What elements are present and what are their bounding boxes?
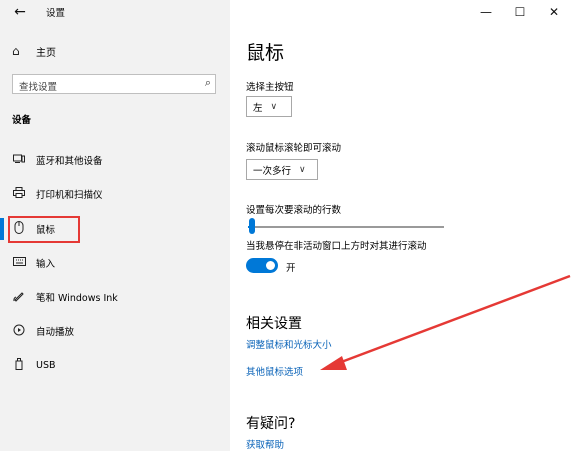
search-input[interactable] xyxy=(13,78,189,97)
sidebar-item-typing[interactable]: 输入 xyxy=(12,254,55,272)
sidebar-item-home[interactable]: ⌂ 主页 xyxy=(12,43,56,59)
sidebar-item-autoplay[interactable]: 自动播放 xyxy=(12,322,74,340)
sidebar: ← 设置 ⌂ 主页 ⌕ 设备 蓝牙和其他设备 打印机和扫描仪 鼠标 输入 xyxy=(0,0,230,451)
get-help-link[interactable]: 获取帮助 xyxy=(246,437,284,451)
close-button[interactable]: ✕ xyxy=(542,2,566,22)
sidebar-item-label: 笔和 Windows Ink xyxy=(36,293,118,304)
additional-mouse-options-link[interactable]: 其他鼠标选项 xyxy=(246,364,303,378)
chevron-down-icon: ∨ xyxy=(270,101,278,112)
inactive-scroll-label: 当我悬停在非活动窗口上方时对其进行滚动 xyxy=(246,241,427,252)
page-title: 鼠标 xyxy=(246,42,285,64)
toggle-knob xyxy=(266,261,275,270)
sidebar-section-title: 设备 xyxy=(12,115,32,126)
sidebar-item-label: 自动播放 xyxy=(36,327,75,338)
lines-slider-thumb[interactable] xyxy=(248,218,255,234)
autoplay-icon xyxy=(12,324,26,339)
lines-to-scroll-label: 设置每次要滚动的行数 xyxy=(246,205,342,216)
primary-button-value: 左 xyxy=(253,102,263,114)
search-box[interactable]: ⌕ xyxy=(12,74,216,97)
usb-icon xyxy=(12,357,26,373)
pen-icon xyxy=(12,290,26,305)
scroll-mode-label: 滚动鼠标滚轮即可滚动 xyxy=(246,143,342,154)
sidebar-item-pen[interactable]: 笔和 Windows Ink xyxy=(12,288,118,306)
selected-indicator xyxy=(0,218,4,240)
lines-slider-track[interactable] xyxy=(248,226,444,228)
question-heading: 有疑问? xyxy=(246,416,296,432)
printer-icon xyxy=(12,187,26,201)
scroll-mode-dropdown[interactable]: 一次多行 ∨ xyxy=(246,159,318,180)
scroll-mode-value: 一次多行 xyxy=(253,165,292,177)
primary-button-label: 选择主按钮 xyxy=(246,82,294,93)
sidebar-item-label: 打印机和扫描仪 xyxy=(36,190,103,201)
inactive-scroll-toggle[interactable] xyxy=(246,258,278,273)
keyboard-icon xyxy=(12,257,26,269)
sidebar-item-usb[interactable]: USB xyxy=(12,356,56,374)
adjust-mouse-cursor-size-link[interactable]: 调整鼠标和光标大小 xyxy=(246,337,332,351)
chevron-down-icon: ∨ xyxy=(299,164,306,175)
home-label: 主页 xyxy=(36,47,56,59)
toggle-state-label: 开 xyxy=(286,263,296,274)
minimize-button[interactable]: — xyxy=(474,2,498,22)
search-icon[interactable]: ⌕ xyxy=(205,76,211,90)
primary-button-dropdown[interactable]: 左 ∨ xyxy=(246,96,292,117)
red-highlight-box xyxy=(8,216,80,243)
home-icon: ⌂ xyxy=(12,44,20,58)
sidebar-item-printers[interactable]: 打印机和扫描仪 xyxy=(12,185,103,203)
app-title: 设置 xyxy=(46,8,66,19)
sidebar-item-label: USB xyxy=(36,359,56,371)
sidebar-item-label: 蓝牙和其他设备 xyxy=(36,156,103,167)
sidebar-item-label: 输入 xyxy=(36,259,56,270)
sidebar-item-bluetooth[interactable]: 蓝牙和其他设备 xyxy=(12,151,103,169)
main-content: — ☐ ✕ 鼠标 选择主按钮 左 ∨ 滚动鼠标滚轮即可滚动 一次多行 ∨ 设置每… xyxy=(230,0,572,451)
maximize-button[interactable]: ☐ xyxy=(508,2,532,22)
related-settings-heading: 相关设置 xyxy=(246,316,302,332)
back-arrow-icon[interactable]: ← xyxy=(10,2,30,22)
bluetooth-devices-icon xyxy=(12,154,26,167)
